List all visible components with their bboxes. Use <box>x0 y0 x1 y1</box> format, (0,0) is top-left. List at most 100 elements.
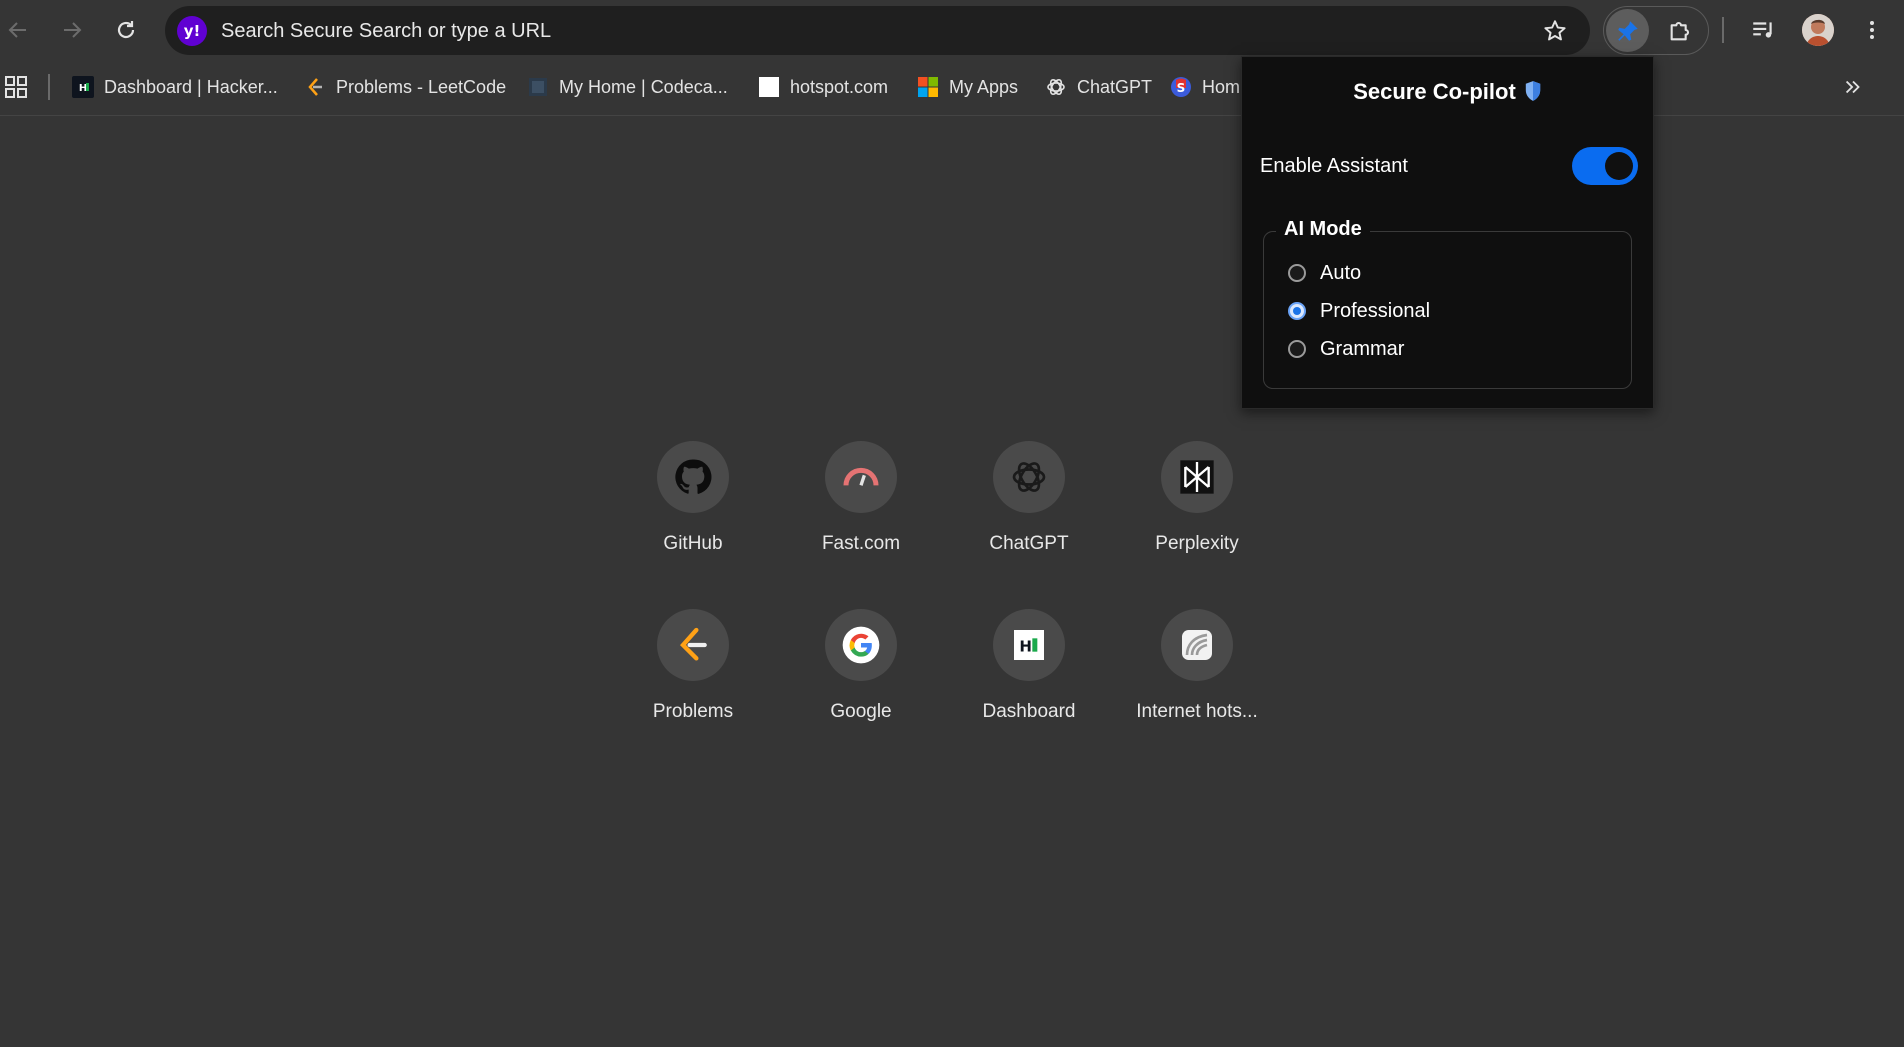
openai-icon <box>1012 462 1046 492</box>
shortcut-label: Perplexity <box>1155 533 1239 554</box>
reload-button[interactable] <box>106 10 146 50</box>
bookmark-label: ChatGPT <box>1077 76 1153 97</box>
shortcut-internet-hotspot[interactable]: Internet hots... <box>1132 609 1262 739</box>
shortcut-icon-tile <box>657 609 729 681</box>
shortcut-fast-com[interactable]: Fast.com <box>796 441 926 571</box>
hackerrank-icon: H <box>1014 630 1044 660</box>
bookmark-label: Hom <box>1202 76 1241 97</box>
openai-icon <box>1045 76 1067 98</box>
leetcode-icon <box>680 627 707 661</box>
extensions-button[interactable] <box>1663 12 1699 48</box>
codecademy-icon <box>527 76 549 98</box>
bookmark-codecademy[interactable]: My Home | Codeca... <box>527 72 728 102</box>
enable-assistant-toggle[interactable] <box>1572 147 1638 185</box>
mode-option-professional[interactable]: Professional <box>1288 296 1430 326</box>
shortcut-dashboard[interactable]: H Dashboard <box>964 609 1094 739</box>
shortcut-perplexity[interactable]: Perplexity <box>1132 441 1262 571</box>
shortcut-google[interactable]: Google <box>796 609 926 739</box>
hotspot-icon <box>1182 630 1212 660</box>
shortcut-label: Internet hots... <box>1136 701 1258 722</box>
radio-grammar[interactable] <box>1288 340 1306 358</box>
bookmark-leetcode[interactable]: Problems - LeetCode <box>304 72 506 102</box>
blank-page-icon <box>758 76 780 98</box>
ai-mode-legend: AI Mode <box>1276 218 1370 241</box>
menu-button[interactable] <box>1854 12 1890 48</box>
search-engine-icon: y! <box>177 16 207 46</box>
reload-icon <box>117 21 135 39</box>
forward-button[interactable] <box>52 10 92 50</box>
browser-toolbar: y! Search Secure Search or type a URL <box>0 0 1904 60</box>
address-bar[interactable]: y! Search Secure Search or type a URL <box>165 6 1590 55</box>
shortcut-problems[interactable]: Problems <box>628 609 758 739</box>
secure-copilot-popup: Secure Co-pilot Enable Assistant AI Mode… <box>1241 56 1654 409</box>
shortcut-label: Problems <box>652 701 734 722</box>
bookmark-hackerrank[interactable]: H Dashboard | Hacker... <box>72 72 278 102</box>
bookmark-label: My Apps <box>949 76 1019 97</box>
back-button[interactable] <box>0 10 38 50</box>
pin-icon <box>1617 20 1638 41</box>
shortcut-icon-tile <box>657 441 729 513</box>
popup-title-text: Secure Co-pilot <box>1353 79 1516 104</box>
shortcut-chatgpt[interactable]: ChatGPT <box>964 441 1094 571</box>
arrow-left-icon <box>8 22 26 38</box>
puzzle-icon <box>1670 21 1690 41</box>
bookmark-my-apps[interactable]: My Apps <box>917 72 1018 102</box>
bookmark-label: hotspot.com <box>790 76 889 97</box>
secure-copilot-extension-button[interactable] <box>1606 9 1649 52</box>
address-placeholder: Search Secure Search or type a URL <box>221 20 552 42</box>
bookmarks-separator <box>48 74 50 100</box>
mode-option-label: Professional <box>1320 299 1431 322</box>
bookmark-label: Problems - LeetCode <box>336 76 507 97</box>
home-s-icon: S <box>1170 76 1192 98</box>
profile-avatar[interactable] <box>1802 14 1834 46</box>
shortcut-icon-tile <box>825 441 897 513</box>
shortcut-icon-tile <box>1161 609 1233 681</box>
perplexity-icon <box>1180 460 1214 494</box>
bookmark-chatgpt[interactable]: ChatGPT <box>1045 72 1152 102</box>
mode-option-auto[interactable]: Auto <box>1288 258 1361 288</box>
shield-icon <box>1524 80 1542 108</box>
svg-text:H: H <box>79 83 87 94</box>
toolbar-divider <box>1722 17 1724 43</box>
radio-professional[interactable] <box>1288 302 1306 320</box>
apps-grid-icon[interactable] <box>4 75 28 99</box>
toggle-knob <box>1605 152 1633 180</box>
mode-option-label: Auto <box>1320 261 1362 284</box>
media-control-button[interactable] <box>1745 12 1781 48</box>
shortcut-icon-tile <box>1161 441 1233 513</box>
svg-text:H: H <box>1019 638 1032 656</box>
double-chevron-right-icon <box>1845 80 1860 94</box>
shortcut-icon-tile: H <box>993 609 1065 681</box>
shortcut-label: Fast.com <box>821 533 901 554</box>
more-vertical-icon <box>1870 21 1874 39</box>
shortcut-icon-tile <box>825 609 897 681</box>
ai-mode-fieldset: AI Mode Auto Professional Grammar <box>1263 218 1632 389</box>
shortcut-label: Dashboard <box>982 701 1076 722</box>
shortcut-label: GitHub <box>663 533 723 554</box>
shortcut-github[interactable]: GitHub <box>628 441 758 571</box>
shortcut-label: ChatGPT <box>989 533 1069 554</box>
svg-text:S: S <box>1177 81 1186 95</box>
mode-option-grammar[interactable]: Grammar <box>1288 334 1404 364</box>
enable-assistant-label: Enable Assistant <box>1260 155 1408 177</box>
bookmark-hotspot[interactable]: hotspot.com <box>758 72 888 102</box>
bookmark-home[interactable]: S Hom <box>1170 72 1240 102</box>
bookmark-label: Dashboard | Hacker... <box>104 76 278 97</box>
google-icon <box>842 626 880 664</box>
radio-auto[interactable] <box>1288 264 1306 282</box>
speedometer-icon <box>843 467 879 486</box>
bookmark-label: My Home | Codeca... <box>559 76 728 97</box>
shortcut-label: Google <box>830 701 892 722</box>
arrow-right-icon <box>64 22 82 38</box>
shortcut-icon-tile <box>993 441 1065 513</box>
mode-option-label: Grammar <box>1320 337 1405 360</box>
microsoft-icon <box>917 76 939 98</box>
playlist-icon <box>1753 22 1772 38</box>
hackerrank-icon: H <box>72 76 94 98</box>
github-icon <box>675 459 712 494</box>
bookmark-star-icon[interactable] <box>1542 18 1568 44</box>
popup-title: Secure Co-pilot <box>1242 79 1653 108</box>
bookmarks-overflow-button[interactable] <box>1838 72 1868 102</box>
avatar-image <box>1802 14 1834 46</box>
enable-assistant-row: Enable Assistant <box>1260 147 1638 187</box>
